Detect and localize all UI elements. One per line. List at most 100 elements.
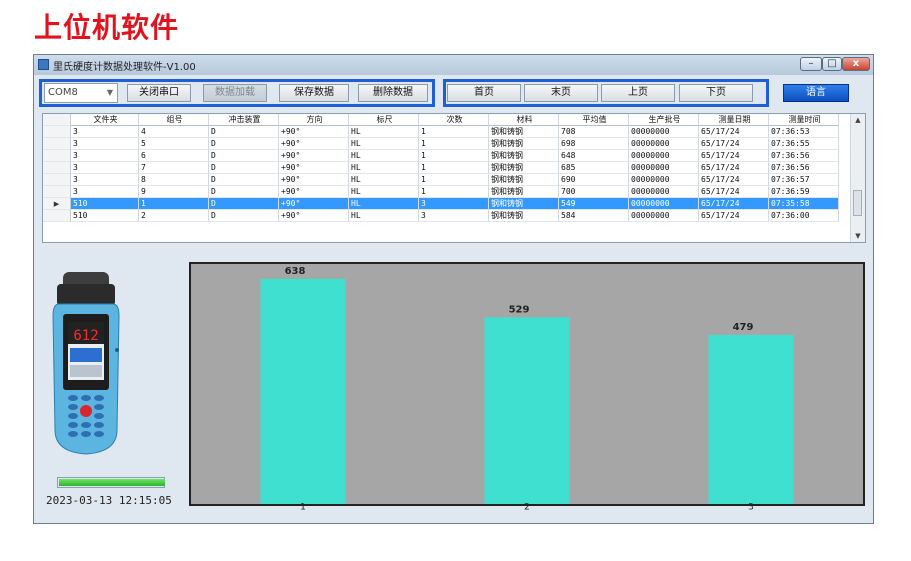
load-data-button[interactable]: 数据加载 [203, 84, 267, 102]
next-page-button[interactable]: 下页 [679, 84, 753, 102]
cell-direction: +90° [279, 210, 349, 222]
prev-page-button[interactable]: 上页 [601, 84, 675, 102]
cell-time: 07:36:53 [769, 126, 839, 138]
row-header[interactable] [43, 162, 71, 174]
column-header-direction[interactable]: 方向 [279, 114, 349, 126]
cell-scale: HL [349, 138, 419, 150]
device-display-value: 612 [73, 328, 98, 344]
scroll-up-icon[interactable]: ▲ [851, 114, 865, 126]
cell-group: 6 [139, 150, 209, 162]
chart-x-tick-label: 1 [300, 503, 306, 511]
close-button[interactable]: x [842, 57, 870, 71]
cell-average: 549 [559, 198, 629, 210]
column-header-time[interactable]: 测量时间 [769, 114, 839, 126]
progress-bar [57, 477, 165, 488]
column-header-scale[interactable]: 标尺 [349, 114, 419, 126]
cell-average: 698 [559, 138, 629, 150]
cell-folder: 3 [71, 150, 139, 162]
save-data-button[interactable]: 保存数据 [279, 84, 349, 102]
cell-count: 1 [419, 126, 489, 138]
cell-count: 3 [419, 198, 489, 210]
cell-count: 3 [419, 210, 489, 222]
row-header[interactable]: ▶ [43, 198, 71, 210]
cell-group: 1 [139, 198, 209, 210]
chart-x-tick-label: 3 [748, 503, 754, 511]
chart-data-label: 479 [733, 322, 754, 333]
app-icon [38, 59, 49, 70]
chevron-down-icon[interactable]: ▼ [107, 84, 113, 102]
cell-batch: 00000000 [629, 210, 699, 222]
com-port-value: COM8 [48, 87, 78, 98]
column-header-folder[interactable]: 文件夹 [71, 114, 139, 126]
column-header-group[interactable]: 组号 [139, 114, 209, 126]
cell-scale: HL [349, 174, 419, 186]
cell-batch: 00000000 [629, 150, 699, 162]
table-row[interactable]: 3 7 D +90° HL 1 钢和铸钢 685 00000000 65/17/24 07:36:5… [43, 162, 851, 174]
table-row[interactable]: 510 2 D +90° HL 3 钢和铸钢 584 00000000 65/17/24 07:36… [43, 210, 851, 222]
first-page-button[interactable]: 首页 [447, 84, 521, 102]
cell-folder: 3 [71, 126, 139, 138]
row-header[interactable] [43, 126, 71, 138]
table-row[interactable]: 3 4 D +90° HL 1 钢和铸钢 708 00000000 65/17/24 07:36:5… [43, 126, 851, 138]
row-header[interactable] [43, 138, 71, 150]
cell-group: 9 [139, 186, 209, 198]
table-row[interactable]: ▶ 510 1 D +90° HL 3 钢和铸钢 549 00000000 65/17/24 07:3… [43, 198, 851, 210]
cell-impact-device: D [209, 126, 279, 138]
cell-direction: +90° [279, 150, 349, 162]
chart-x-tick-label: 2 [524, 503, 530, 511]
delete-data-button[interactable]: 删除数据 [358, 84, 428, 102]
column-header-count[interactable]: 次数 [419, 114, 489, 126]
chart-bar [708, 334, 794, 504]
cell-direction: +90° [279, 174, 349, 186]
row-header[interactable] [43, 210, 71, 222]
close-port-button[interactable]: 关闭串口 [127, 84, 191, 102]
column-header-impact-device[interactable]: 冲击装置 [209, 114, 279, 126]
cell-folder: 3 [71, 138, 139, 150]
table-row[interactable]: 3 5 D +90° HL 1 钢和铸钢 698 00000000 65/17/24 07:36:5… [43, 138, 851, 150]
cell-date: 65/17/24 [699, 126, 769, 138]
minimize-button[interactable]: – [800, 57, 822, 71]
cell-folder: 510 [71, 198, 139, 210]
language-button[interactable]: 语言 [783, 84, 849, 102]
table-scrollbar[interactable]: ▲ ▼ [850, 114, 865, 242]
table-row[interactable]: 3 9 D +90° HL 1 钢和铸钢 700 00000000 65/17/24 07:36:5… [43, 186, 851, 198]
row-header[interactable] [43, 174, 71, 186]
column-header-average[interactable]: 平均值 [559, 114, 629, 126]
table-row[interactable]: 3 6 D +90° HL 1 钢和铸钢 648 00000000 65/17/24 07:36:5… [43, 150, 851, 162]
chart-bar [484, 317, 570, 504]
maximize-button[interactable]: □ [822, 57, 842, 71]
row-header[interactable] [43, 150, 71, 162]
column-header-batch[interactable]: 生产批号 [629, 114, 699, 126]
cell-scale: HL [349, 162, 419, 174]
cell-average: 690 [559, 174, 629, 186]
cell-time: 07:35:58 [769, 198, 839, 210]
cell-average: 685 [559, 162, 629, 174]
cell-group: 2 [139, 210, 209, 222]
column-header-material[interactable]: 材料 [489, 114, 559, 126]
scroll-down-icon[interactable]: ▼ [851, 230, 865, 242]
cell-material: 钢和铸钢 [489, 198, 559, 210]
column-header-date[interactable]: 测量日期 [699, 114, 769, 126]
cell-scale: HL [349, 150, 419, 162]
row-header[interactable] [43, 186, 71, 198]
cell-date: 65/17/24 [699, 210, 769, 222]
page-heading: 上位机软件 [34, 11, 180, 44]
cell-time: 07:36:56 [769, 150, 839, 162]
cell-scale: HL [349, 210, 419, 222]
cell-impact-device: D [209, 210, 279, 222]
corner-cell [43, 114, 71, 126]
cell-impact-device: D [209, 150, 279, 162]
chart-data-label: 638 [285, 266, 306, 277]
cell-direction: +90° [279, 162, 349, 174]
cell-folder: 3 [71, 186, 139, 198]
table-row[interactable]: 3 8 D +90° HL 1 钢和铸钢 690 00000000 65/17/24 07:36:5… [43, 174, 851, 186]
timestamp: 2023-03-13 12:15:05 [46, 494, 172, 507]
scroll-thumb[interactable] [853, 190, 862, 216]
cell-folder: 3 [71, 162, 139, 174]
cell-count: 1 [419, 162, 489, 174]
cell-impact-device: D [209, 138, 279, 150]
title-bar[interactable]: 里氏硬度计数据处理软件-V1.00 – □ x [34, 55, 873, 75]
last-page-button[interactable]: 末页 [524, 84, 598, 102]
com-port-select[interactable]: COM8 ▼ [44, 83, 118, 103]
cell-material: 钢和铸钢 [489, 150, 559, 162]
